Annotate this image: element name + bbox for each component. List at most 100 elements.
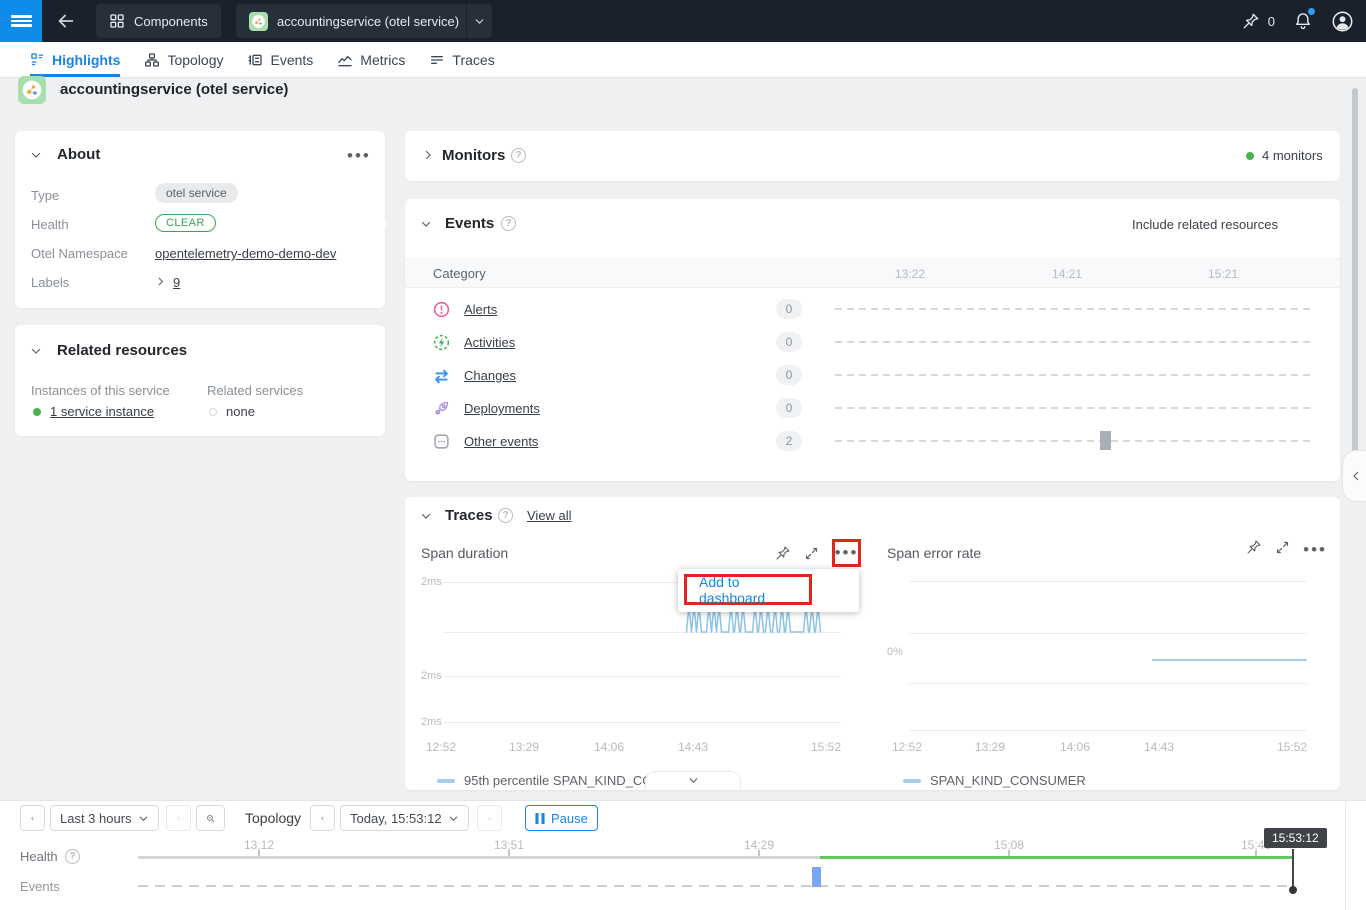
tab-metrics[interactable]: Metrics (337, 42, 405, 77)
pin-chart-button[interactable] (775, 545, 791, 561)
health-help-icon[interactable]: ? (65, 849, 80, 864)
changes-timeline (835, 374, 1310, 376)
range-back-button[interactable] (20, 805, 45, 831)
expand-chart-button[interactable] (1275, 540, 1290, 555)
y-axis-label: 2ms (421, 670, 442, 682)
tab-traces[interactable]: Traces (429, 42, 494, 77)
changes-count-badge: 0 (776, 365, 802, 385)
related-resources-title: Related resources (57, 342, 187, 359)
activities-link[interactable]: Activities (464, 335, 515, 350)
labels-expand-chevron[interactable] (155, 276, 166, 287)
namespace-link[interactable]: opentelemetry-demo-demo-dev (155, 246, 336, 261)
time-control-bar: Last 3 hours Topology Today, 15:53:12 Pa… (0, 800, 1366, 910)
instance-health-dot (33, 408, 41, 416)
expand-chart-button[interactable] (804, 546, 819, 561)
activities-count-badge: 0 (776, 332, 802, 352)
instances-label: Instances of this service (31, 383, 170, 398)
collapse-events-button[interactable] (420, 218, 432, 230)
collapse-traces-drawer-button[interactable] (645, 771, 741, 789)
changes-link[interactable]: Changes (464, 368, 516, 383)
monitors-card: Monitors ? 4 monitors (405, 131, 1340, 181)
collapse-traces-button[interactable] (420, 510, 432, 522)
y-axis-label: 2ms (421, 716, 442, 728)
range-forward-button[interactable] (166, 805, 191, 831)
events-timeline-tick: 15:21 (1201, 267, 1245, 281)
x-axis-label: 14:06 (1053, 740, 1097, 754)
chevron-right-icon (487, 813, 492, 824)
hamburger-menu-button[interactable] (0, 0, 42, 42)
health-timeline-gray[interactable] (138, 856, 820, 859)
other-events-count-badge: 2 (776, 431, 802, 451)
back-arrow-icon (55, 10, 77, 32)
namespace-label: Otel Namespace (31, 246, 128, 261)
events-timeline-dashes[interactable] (138, 885, 1292, 887)
time-range-dropdown[interactable]: Last 3 hours (50, 805, 159, 831)
time-cursor-tooltip: 15:53:12 (1264, 828, 1327, 848)
x-axis-label: 12:52 (419, 740, 463, 754)
pause-button[interactable]: Pause (525, 805, 598, 831)
include-related-label: Include related resources (1132, 217, 1278, 232)
category-column-header: Category (433, 266, 486, 281)
events-timeline-tick: 14:21 (1045, 267, 1089, 281)
x-axis-label: 13:29 (968, 740, 1012, 754)
tab-topology-label: Topology (167, 52, 223, 68)
service-instance-link[interactable]: 1 service instance (50, 404, 154, 419)
events-help-icon[interactable]: ? (501, 216, 516, 231)
labels-label: Labels (31, 275, 69, 290)
zoom-out-icon (206, 811, 215, 826)
time-cursor-line[interactable] (1292, 849, 1294, 890)
health-timeline-green[interactable] (820, 856, 1293, 859)
about-menu-button[interactable]: ••• (347, 151, 371, 161)
traces-help-icon[interactable]: ? (498, 508, 513, 523)
zoom-out-button[interactable] (196, 805, 225, 831)
chart-menu-button[interactable]: ••• (835, 548, 859, 558)
alerts-count-badge: 0 (776, 299, 802, 319)
y-axis-label: 0% (887, 646, 903, 658)
service-tab-label: accountingservice (otel service) (277, 14, 459, 29)
service-tab-dropdown-button[interactable] (466, 4, 492, 38)
other-events-marker-bar[interactable] (1100, 431, 1111, 450)
pin-icon (1242, 12, 1260, 30)
view-all-link[interactable]: View all (527, 508, 572, 523)
components-tab[interactable]: Components (96, 4, 221, 38)
time-cursor-dot (1289, 886, 1297, 894)
tab-highlights-label: Highlights (52, 52, 120, 68)
vertical-scrollbar[interactable] (1352, 88, 1358, 456)
collapse-about-button[interactable] (30, 149, 42, 161)
health-row-label: Health (20, 849, 58, 864)
add-to-dashboard-menu-item[interactable]: Add to dashboard (684, 574, 812, 605)
snapshot-forward-button[interactable] (477, 805, 502, 831)
tab-highlights[interactable]: Highlights (30, 42, 120, 77)
tab-events-label: Events (270, 52, 313, 68)
notifications-button[interactable] (1293, 11, 1313, 31)
other-events-link[interactable]: Other events (464, 434, 538, 449)
collapse-related-button[interactable] (30, 345, 42, 357)
deployments-link[interactable]: Deployments (464, 401, 540, 416)
events-marker-bar[interactable] (812, 867, 821, 887)
legend-swatch (903, 779, 921, 783)
other-events-timeline (835, 440, 1310, 442)
user-avatar-button[interactable] (1331, 10, 1354, 33)
chevron-down-icon (687, 774, 700, 787)
tab-events[interactable]: Events (247, 42, 313, 77)
events-table-header: Category 13:22 14:21 15:21 (405, 258, 1340, 288)
service-tab[interactable]: accountingservice (otel service) (236, 4, 470, 38)
pin-chart-button[interactable] (1246, 539, 1262, 555)
pinned-views-button[interactable]: 0 (1242, 12, 1275, 30)
notification-dot (1308, 8, 1315, 15)
events-title: Events (445, 215, 494, 232)
pause-icon (535, 813, 545, 824)
back-button[interactable] (55, 10, 77, 32)
monitors-help-icon[interactable]: ? (511, 148, 526, 163)
chart-menu-button[interactable]: ••• (1303, 539, 1327, 555)
snapshot-back-button[interactable] (310, 805, 335, 831)
snapshot-time-dropdown[interactable]: Today, 15:53:12 (340, 805, 469, 831)
tab-topology[interactable]: Topology (144, 42, 223, 77)
right-panel-expand-handle[interactable] (1342, 450, 1366, 502)
service-icon (249, 12, 268, 31)
alerts-link[interactable]: Alerts (464, 302, 497, 317)
labels-count-link[interactable]: 9 (173, 275, 180, 290)
top-bar: Components accountingservice (otel servi… (0, 0, 1366, 42)
span-error-rate-series-svg (909, 567, 1307, 737)
expand-monitors-button[interactable] (422, 149, 434, 161)
